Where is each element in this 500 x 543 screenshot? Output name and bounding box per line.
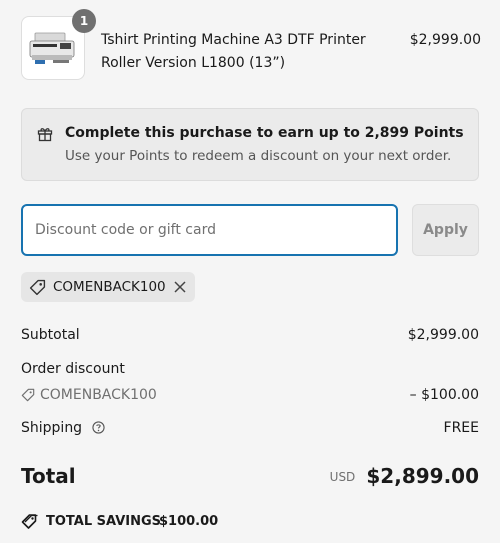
points-banner: Complete this purchase to earn up to 2,8… [21, 108, 479, 181]
shipping-label: Shipping [21, 420, 83, 436]
points-title: Complete this purchase to earn up to 2,8… [65, 125, 464, 141]
discount-value: – $100.00 [409, 387, 479, 403]
help-icon[interactable] [91, 421, 105, 434]
shipping-value: FREE [443, 420, 479, 436]
total-value: $2,899.00 [366, 464, 479, 488]
product-price: $2,999.00 [409, 32, 481, 48]
line-item: 1 Tshirt Printing Machine A3 DTF Printer… [21, 9, 481, 82]
total-savings-label: TOTAL SAVINGS [46, 514, 162, 529]
quantity-badge: 1 [72, 9, 96, 33]
total-amount-group: USD $2,899.00 [330, 464, 479, 488]
applied-discount-chip: COMENBACK100 [21, 272, 195, 302]
currency-code: USD [329, 470, 356, 484]
close-icon[interactable] [171, 278, 189, 296]
subtotal-value: $2,999.00 [407, 327, 479, 343]
discount-code-label: COMENBACK100 [40, 387, 157, 403]
total-label: Total [21, 464, 76, 488]
savings-tag-icon [21, 514, 38, 529]
subtotal-row: Subtotal $2,999.00 [21, 327, 479, 343]
gift-icon [37, 128, 53, 142]
order-discount-row: Order discount [21, 361, 479, 377]
product-title: Tshirt Printing Machine A3 DTF Printer R… [101, 32, 366, 71]
total-savings-value: $100.00 [159, 514, 219, 529]
shipping-row: Shipping FREE [21, 420, 479, 436]
discount-code-input[interactable] [21, 204, 398, 256]
tag-icon [29, 279, 46, 296]
printer-image [29, 32, 75, 64]
product-thumbnail: 1 [21, 9, 96, 80]
apply-button[interactable]: Apply [412, 204, 479, 256]
subtotal-label: Subtotal [21, 327, 80, 343]
order-discount-label: Order discount [21, 361, 125, 377]
points-subtitle: Use your Points to redeem a discount on … [65, 148, 452, 164]
applied-discount-code: COMENBACK100 [53, 279, 166, 295]
tag-icon [21, 388, 35, 402]
